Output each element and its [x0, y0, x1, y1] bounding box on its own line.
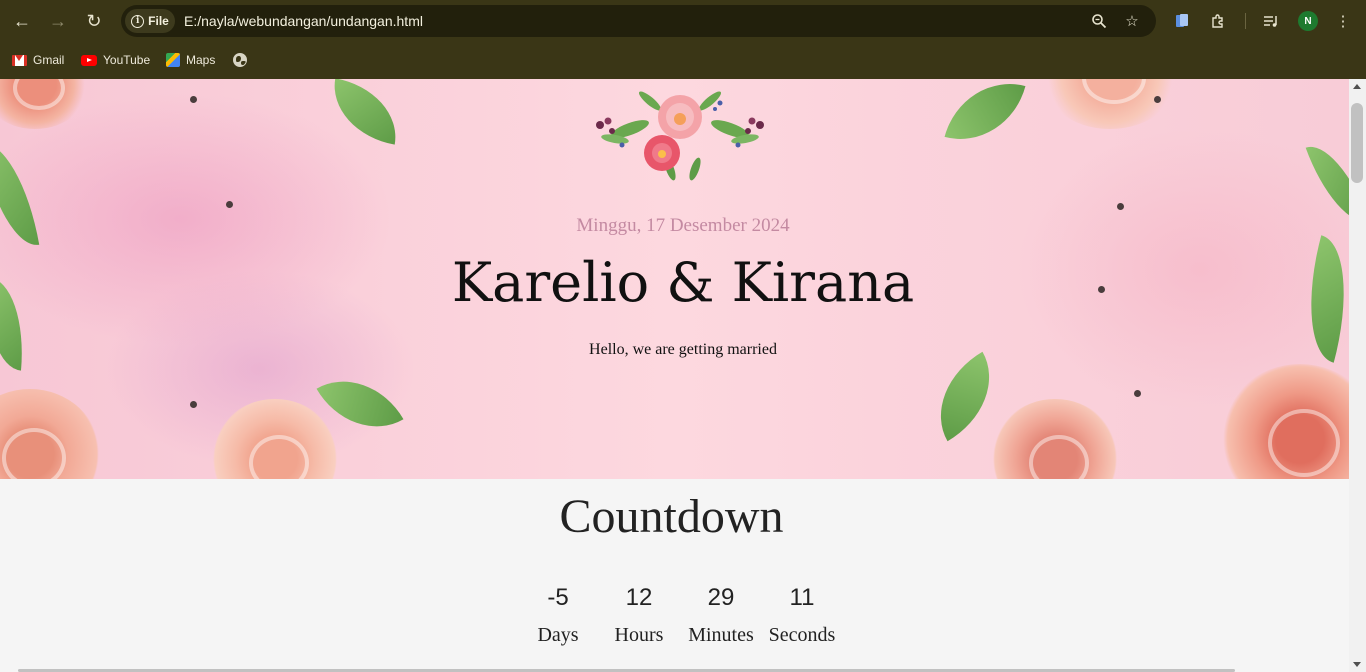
bookmark-gmail[interactable]: Gmail: [12, 51, 64, 69]
profile-avatar[interactable]: N: [1298, 11, 1318, 31]
countdown-hours: 12 Hours: [598, 584, 680, 647]
rose-decoration: [210, 399, 340, 479]
berry-decoration: [226, 201, 233, 208]
countdown-days: -5 Days: [517, 584, 599, 647]
scroll-up-arrow-icon[interactable]: [1353, 84, 1361, 89]
rose-decoration: [990, 399, 1120, 479]
bookmark-label: YouTube: [103, 53, 151, 67]
leaf-decoration: [325, 79, 405, 145]
menu-kebab-icon[interactable]: ⋮: [1331, 9, 1355, 33]
berry-decoration: [1134, 390, 1141, 397]
bookmark-label: Maps: [186, 53, 216, 67]
countdown-seconds: 11 Seconds: [761, 584, 843, 647]
toolbar-separator: [1245, 13, 1246, 29]
url-text[interactable]: E:/nayla/webundangan/undangan.html: [184, 13, 423, 29]
wedding-date: Minggu, 17 Desember 2024: [576, 215, 790, 236]
media-queue-icon[interactable]: [1259, 9, 1283, 33]
countdown-value: -5: [547, 584, 569, 611]
countdown-value: 12: [625, 584, 653, 611]
countdown-value: 29: [707, 584, 735, 611]
site-chip-label: File: [148, 14, 169, 28]
extension-app-icon[interactable]: [1170, 9, 1194, 33]
floral-bouquet-icon: [596, 91, 764, 181]
countdown-title: Countdown: [559, 490, 784, 543]
back-arrow-icon[interactable]: ←: [8, 7, 36, 35]
scroll-down-arrow-icon[interactable]: [1353, 662, 1361, 667]
hero-banner: Minggu, 17 Desember 2024 Karelio & Kiran…: [0, 79, 1349, 479]
berry-decoration: [1117, 203, 1124, 210]
countdown-label: Days: [537, 624, 579, 646]
berry-decoration: [190, 401, 197, 408]
zoom-icon[interactable]: [1089, 11, 1109, 31]
berry-decoration: [1154, 96, 1161, 103]
browser-toolbar: ← → ↻ i File E:/nayla/webundangan/undang…: [0, 0, 1366, 42]
site-info-chip[interactable]: i File: [125, 9, 175, 33]
bookmark-globe[interactable]: [233, 51, 247, 69]
scrollbar-thumb[interactable]: [1351, 103, 1363, 183]
countdown-minutes: 29 Minutes: [680, 584, 762, 647]
rose-decoration: [0, 79, 90, 129]
forward-arrow-icon[interactable]: →: [44, 7, 72, 35]
bookmark-maps[interactable]: Maps: [166, 51, 215, 69]
bookmarks-bar: Gmail YouTube Maps: [0, 42, 1366, 79]
berry-decoration: [190, 96, 197, 103]
gmail-icon: [12, 54, 27, 66]
page-viewport: Minggu, 17 Desember 2024 Karelio & Kiran…: [0, 79, 1349, 672]
vertical-scrollbar[interactable]: [1349, 79, 1366, 672]
reload-icon[interactable]: ↻: [80, 7, 108, 35]
rose-decoration: [1220, 364, 1349, 479]
countdown-label: Minutes: [688, 624, 754, 646]
maps-icon: [166, 53, 180, 67]
bookmark-youtube[interactable]: YouTube: [81, 51, 150, 69]
globe-icon: [233, 53, 247, 67]
countdown-label: Seconds: [768, 624, 836, 646]
countdown-value: 11: [789, 584, 815, 611]
bookmark-label: Gmail: [33, 53, 65, 67]
hero-tagline: Hello, we are getting married: [589, 341, 777, 358]
address-bar[interactable]: i File E:/nayla/webundangan/undangan.htm…: [121, 5, 1156, 37]
bookmark-star-icon[interactable]: ☆: [1122, 11, 1142, 31]
countdown-label: Hours: [614, 624, 664, 646]
rose-decoration: [0, 389, 100, 479]
rose-decoration: [1040, 79, 1180, 129]
leaf-decoration: [944, 79, 1026, 154]
youtube-icon: [81, 54, 97, 66]
extensions-puzzle-icon[interactable]: [1206, 9, 1230, 33]
info-icon: i: [131, 14, 145, 28]
couple-names: Karelio & Kirana: [451, 251, 915, 314]
